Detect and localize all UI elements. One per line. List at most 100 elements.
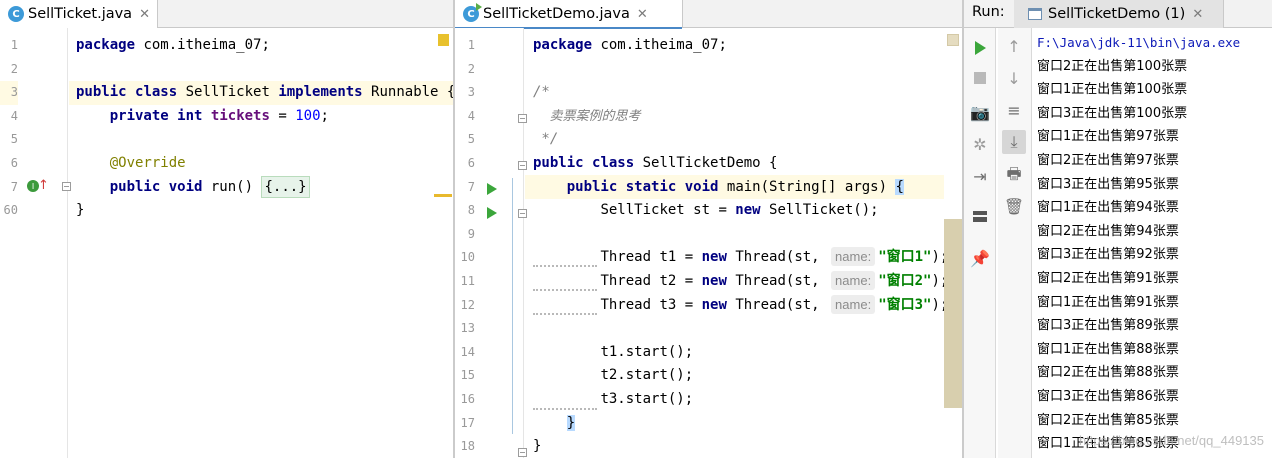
line-number: 2 [10,61,18,76]
console-line: 窗口1正在出售第88张票 [1037,341,1179,357]
close-tab-icon[interactable]: ✕ [139,7,150,22]
fold-method-icon[interactable] [518,209,527,218]
line-number: 18 [460,439,475,454]
fold-comment-icon[interactable] [518,114,527,123]
line-number: 1 [467,38,475,52]
param-name-hint: name: [831,294,876,314]
analysis-status-marker[interactable] [438,34,449,46]
code-line-4: private int tickets = 100; [109,107,329,124]
soft-wrap-icon[interactable]: ≡ [1002,98,1026,122]
code-line-4: 卖票案例的思考 [533,108,641,124]
line-number: 8 [467,203,475,218]
console-line: 窗口3正在出售第86张票 [1037,388,1179,404]
code-line-3: /* [533,84,550,101]
param-name-hint: name: [831,247,876,267]
line-number: 4 [467,108,475,123]
rerun-icon[interactable] [968,36,992,60]
code-line-6: @Override [109,155,186,171]
console-line: 窗口3正在出售第100张票 [1037,105,1188,121]
line-number: 5 [10,132,18,147]
left-editor-pane: C SellTicket.java ✕ 1 2 3 4 5 6 7 60 I ↑… [0,0,453,458]
tab-label: SellTicket.java [28,6,133,22]
console-line: 窗口1正在出售第100张票 [1037,82,1188,98]
console-line: 窗口2正在出售第85张票 [1037,412,1179,428]
run-header: Run: SellTicketDemo (1) ✕ [964,0,1272,28]
line-number: 5 [467,132,475,147]
console-line: 窗口1正在出售第91张票 [1037,294,1179,310]
left-tab-bar: C SellTicket.java ✕ [0,0,453,28]
line-number: 15 [460,368,475,383]
line-number: 14 [460,344,475,359]
code-line-18: } [533,438,542,455]
run-config-label: SellTicketDemo (1) [1048,6,1186,22]
folded-method-body[interactable]: {...} [261,175,310,198]
line-number: 16 [460,392,475,406]
debug-bug-icon[interactable]: ✲ [968,132,992,156]
param-name-hint: name: [831,271,876,290]
camera-icon[interactable]: 📷 [968,100,992,124]
code-line-17: } [533,412,576,436]
warning-underline [533,312,597,315]
matched-brace: } [566,414,576,431]
console-line: 窗口1正在出售第94张票 [1037,200,1179,216]
code-line-8: SellTicket st = new SellTicket(); [600,202,879,219]
line-number: 60 [3,203,18,218]
console-line: 窗口3正在出售第95张票 [1037,176,1179,192]
editor-scrollbar-thumb[interactable] [944,219,962,408]
line-number: 12 [460,297,475,312]
warning-underline [533,264,597,267]
layout-icon[interactable] [968,204,992,228]
code-line-5: */ [533,131,559,148]
run-title: Run: [972,4,1005,20]
console-line: 窗口2正在出售第100张票 [1037,58,1188,74]
java-class-icon: C [8,6,24,22]
console-line: 窗口1正在出售第97张票 [1037,129,1179,145]
tab-sellticket-java[interactable]: C SellTicket.java ✕ [0,0,158,28]
line-number: 3 [0,81,18,105]
trash-icon[interactable]: 🗑 [1002,194,1026,218]
arrow-down-icon[interactable]: ↓ [1002,66,1026,90]
middle-editor-pane: C SellTicketDemo.java ✕ 1 2 3 4 5 6 7 8 … [455,0,962,458]
code-line-3: public class SellTicket implements Runna… [76,84,453,101]
fold-comment-end-icon[interactable] [518,161,527,170]
print-icon[interactable]: 🖶 [1002,164,1026,188]
left-code-area[interactable]: package com.itheima_07; public class Sel… [76,34,453,458]
warning-underline [533,407,597,410]
middle-gutter: 1 2 3 4 5 6 7 8 9 10 11 12 13 14 15 16 1… [455,28,527,458]
line-number: 11 [460,274,475,288]
run-tool-window: Run: SellTicketDemo (1) ✕ 📷 ✲ ⇥ 📌 ↑ ↓ ≡ … [964,0,1272,458]
java-runnable-class-icon: C [463,3,482,22]
console-output[interactable]: F:\Java\jdk-11\bin\java.exe 窗口2正在出售第100张… [1037,31,1272,458]
line-number: 13 [460,321,475,336]
code-line-6: public class SellTicketDemo { [533,155,778,171]
close-tab-icon[interactable]: ✕ [637,7,648,22]
console-line: 窗口2正在出售第91张票 [1037,270,1179,286]
line-number: 2 [467,61,475,76]
matched-brace: { [895,178,904,195]
method-scope-line [512,178,513,434]
line-number: 7 [467,179,475,194]
warning-underline [533,288,597,291]
code-line-15: t2.start(); [600,367,694,384]
run-class-icon[interactable] [487,183,497,195]
arrow-up-icon[interactable]: ↑ [1002,34,1026,58]
overrides-arrow-icon[interactable]: ↑ [38,178,49,193]
scroll-to-end-icon[interactable]: ⤓ [1002,130,1026,154]
run-config-tab[interactable]: SellTicketDemo (1) ✕ [1014,0,1224,28]
analysis-status-marker[interactable] [947,34,959,46]
scroll-marker [434,194,452,197]
middle-code-area[interactable]: package com.itheima_07; /* 卖票案例的思考 */ pu… [533,34,962,458]
fold-method-end-icon[interactable] [518,448,527,457]
line-number: 6 [10,156,18,170]
run-toolbar-right: ↑ ↓ ≡ ⤓ 🖶 🗑 [998,28,1032,458]
pin-icon[interactable]: 📌 [968,246,992,270]
close-tab-icon[interactable]: ✕ [1192,7,1203,22]
run-toolbar-left: 📷 ✲ ⇥ 📌 [964,28,996,458]
line-number: 4 [10,108,18,123]
tab-sellticketdemo-java[interactable]: C SellTicketDemo.java ✕ [455,0,683,29]
fold-expand-icon[interactable] [62,182,71,191]
line-number: 7 [10,179,18,194]
run-main-icon[interactable] [487,207,497,219]
stop-icon[interactable] [968,66,992,90]
login-icon[interactable]: ⇥ [968,164,992,188]
